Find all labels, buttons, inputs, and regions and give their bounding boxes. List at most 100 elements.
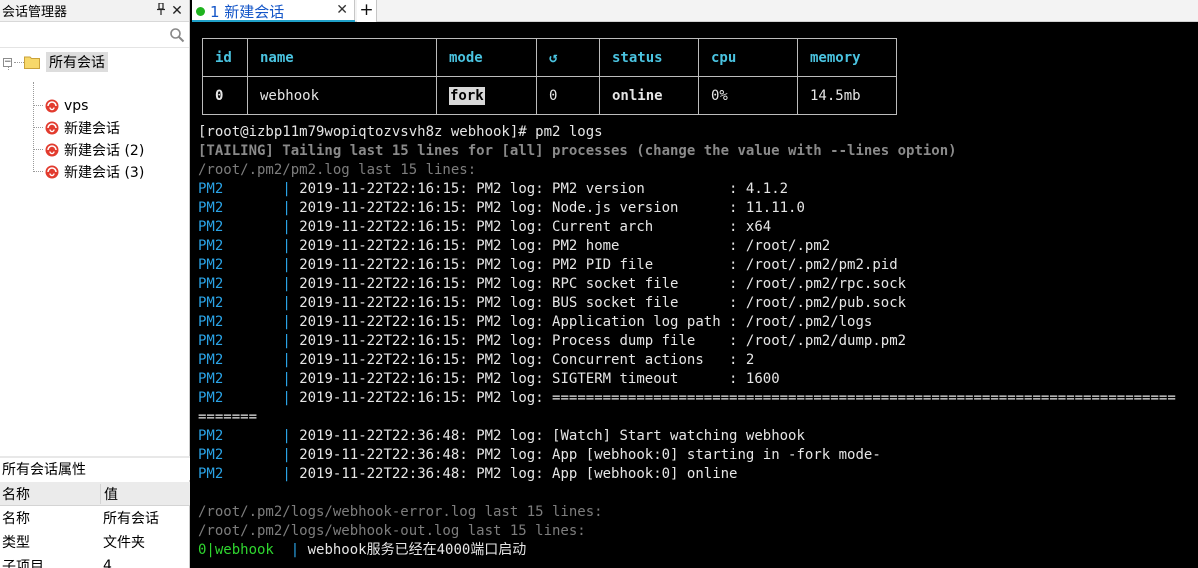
app-output-line: 0|webhook | webhook服务已经在4000端口启动 bbox=[198, 541, 526, 560]
pm2-log-line: PM2 | 2019-11-22T22:16:15: PM2 log: Appl… bbox=[198, 313, 872, 332]
pm2-log-line: PM2 | 2019-11-22T22:16:15: PM2 log: BUS … bbox=[198, 294, 906, 313]
log-source-tag: PM2 bbox=[198, 200, 224, 216]
log-separator: | bbox=[282, 466, 291, 482]
pm2-log-line: PM2 | 2019-11-22T22:16:15: PM2 log: SIGT… bbox=[198, 370, 780, 389]
log-source-tag: PM2 bbox=[198, 466, 224, 482]
log-source-tag: PM2 bbox=[198, 295, 224, 311]
log-separator: | bbox=[282, 200, 291, 216]
session-label: 新建会话 bbox=[64, 121, 120, 137]
pm2-log-line: PM2 | 2019-11-22T22:16:15: PM2 log: Conc… bbox=[198, 351, 754, 370]
add-tab-button[interactable]: + bbox=[357, 0, 377, 22]
tree-connector bbox=[33, 149, 43, 150]
properties-header-row: 名称 值 bbox=[0, 482, 190, 506]
property-value: 所有会话 bbox=[103, 511, 159, 527]
app-message: webhook服务已经在4000端口启动 bbox=[307, 542, 527, 558]
session-swirl-icon bbox=[44, 164, 60, 180]
close-panel-button[interactable]: ✕ bbox=[169, 3, 185, 19]
pm2-log-line: PM2 | 2019-11-22T22:16:15: PM2 log: RPC … bbox=[198, 275, 906, 294]
col-cpu-header: cpu bbox=[698, 38, 798, 77]
log-source-tag: PM2 bbox=[198, 257, 224, 273]
tree-root-all-sessions[interactable]: − 所有会话 bbox=[3, 51, 108, 73]
log-message: 2019-11-22T22:16:15: PM2 log: ==========… bbox=[299, 390, 1176, 406]
pm2-log-file-header: /root/.pm2/pm2.log last 15 lines: bbox=[198, 162, 477, 178]
tree-connector bbox=[33, 127, 43, 128]
col-mode-header: mode bbox=[436, 38, 537, 77]
log-separator: | bbox=[282, 333, 291, 349]
tailing-notice: [TAILING] Tailing last 15 lines for [all… bbox=[198, 143, 957, 159]
session-label: 新建会话 (2) bbox=[64, 143, 145, 159]
tree-session-item[interactable]: 新建会话 (2) bbox=[44, 139, 144, 161]
log-source-tag: PM2 bbox=[198, 181, 224, 197]
col-memory-header: memory bbox=[797, 38, 897, 77]
log-source-tag: PM2 bbox=[198, 352, 224, 368]
session-swirl-icon bbox=[44, 142, 60, 158]
log-message: 2019-11-22T22:16:15: PM2 log: SIGTERM ti… bbox=[299, 371, 780, 387]
log-separator: | bbox=[282, 428, 291, 444]
log-separator: | bbox=[282, 314, 291, 330]
log-message: 2019-11-22T22:16:15: PM2 log: Node.js ve… bbox=[299, 200, 805, 216]
process-mode: fork bbox=[449, 86, 485, 105]
log-source-tag: PM2 bbox=[198, 314, 224, 330]
pm2-log-line: PM2 | 2019-11-22T22:16:15: PM2 log: ====… bbox=[198, 389, 1176, 408]
tab-new-session[interactable]: 1 新建会话 ✕ bbox=[192, 0, 355, 22]
process-restarts: 0 bbox=[536, 76, 600, 115]
log-separator: | bbox=[282, 181, 291, 197]
pm2-process-row: 0 webhook fork 0 online 0% 14.5mb bbox=[202, 76, 897, 115]
properties-row: 名称 所有会话 bbox=[0, 506, 190, 530]
log-message: 2019-11-22T22:16:15: PM2 log: PM2 PID fi… bbox=[299, 257, 898, 273]
log-separator: | bbox=[282, 390, 291, 406]
pm2-log-line: PM2 | 2019-11-22T22:36:48: PM2 log: App … bbox=[198, 446, 881, 465]
col-restarts-header: ↺ bbox=[536, 38, 600, 77]
log-message: 2019-11-22T22:36:48: PM2 log: [Watch] St… bbox=[299, 428, 805, 444]
pm2-log-line: PM2 | 2019-11-22T22:16:15: PM2 log: Proc… bbox=[198, 332, 906, 351]
property-value: 4 bbox=[103, 558, 112, 568]
property-key: 名称 bbox=[2, 511, 30, 527]
tree-session-item[interactable]: 新建会话 bbox=[44, 117, 120, 139]
properties-header-key[interactable]: 名称 bbox=[0, 484, 100, 504]
close-tab-button[interactable]: ✕ bbox=[336, 2, 348, 18]
pm2-log-line: PM2 | 2019-11-22T22:16:15: PM2 log: Node… bbox=[198, 199, 805, 218]
wrapped-separator-line: ======= bbox=[198, 409, 258, 425]
log-separator: | bbox=[282, 352, 291, 368]
process-id: 0 bbox=[202, 76, 248, 115]
log-separator: | bbox=[290, 542, 300, 558]
tree-root-label: 所有会话 bbox=[46, 52, 108, 72]
col-name-header: name bbox=[247, 38, 437, 77]
tree-session-item[interactable]: vps bbox=[44, 95, 88, 117]
process-status: online bbox=[599, 76, 699, 115]
log-message: 2019-11-22T22:36:48: PM2 log: App [webho… bbox=[299, 466, 738, 482]
property-key: 类型 bbox=[2, 535, 30, 551]
properties-header-value[interactable]: 值 bbox=[100, 483, 190, 504]
log-source-tag: PM2 bbox=[198, 447, 224, 463]
process-mode-cell: fork bbox=[436, 76, 537, 115]
session-label: vps bbox=[64, 98, 89, 114]
session-search-input[interactable] bbox=[0, 22, 189, 47]
session-manager-title: 会话管理器 bbox=[2, 5, 68, 20]
properties-row: 类型 文件夹 bbox=[0, 530, 190, 554]
app-prefix: 0|webhook bbox=[198, 542, 274, 558]
log-separator: | bbox=[282, 276, 291, 292]
log-source-tag: PM2 bbox=[198, 333, 224, 349]
collapse-toggle[interactable]: − bbox=[3, 57, 12, 67]
property-key: 子项目 bbox=[2, 559, 44, 568]
connected-status-icon bbox=[196, 6, 205, 16]
pm2-log-line: PM2 | 2019-11-22T22:16:15: PM2 log: PM2 … bbox=[198, 256, 898, 275]
shell-prompt-line: [root@izbp11m79wopiqtozvsvh8z webhook]# … bbox=[198, 124, 603, 140]
tree-session-item[interactable]: 新建会话 (3) bbox=[44, 161, 144, 183]
search-icon[interactable] bbox=[169, 27, 185, 43]
log-message: 2019-11-22T22:16:15: PM2 log: Concurrent… bbox=[299, 352, 755, 368]
log-message: 2019-11-22T22:16:15: PM2 log: PM2 home :… bbox=[299, 238, 831, 254]
log-separator: | bbox=[282, 257, 291, 273]
session-label: 新建会话 (3) bbox=[64, 165, 145, 181]
terminal-output[interactable]: id name mode ↺ status cpu memory 0 webho… bbox=[192, 22, 1198, 568]
log-message: 2019-11-22T22:16:15: PM2 log: Current ar… bbox=[299, 219, 772, 235]
session-swirl-icon bbox=[44, 98, 60, 114]
session-search bbox=[0, 22, 189, 48]
properties-title: 所有会话属性 bbox=[0, 456, 190, 480]
log-separator: | bbox=[282, 219, 291, 235]
pin-icon[interactable] bbox=[153, 2, 169, 18]
out-log-file-header: /root/.pm2/logs/webhook-out.log last 15 … bbox=[198, 523, 586, 539]
pm2-process-table: id name mode ↺ status cpu memory 0 webho… bbox=[202, 38, 897, 115]
pm2-log-line: PM2 | 2019-11-22T22:16:15: PM2 log: Curr… bbox=[198, 218, 771, 237]
pm2-table-header-row: id name mode ↺ status cpu memory bbox=[202, 38, 897, 77]
